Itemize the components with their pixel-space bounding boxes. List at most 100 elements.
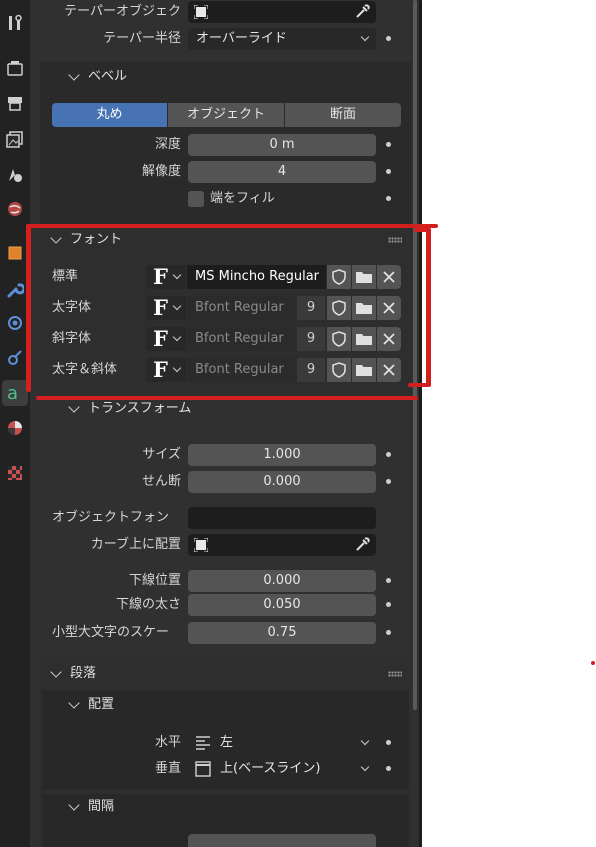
keyframe-dot[interactable] (386, 740, 391, 745)
font-browse-button[interactable]: F (146, 295, 186, 320)
bevel-depth-field[interactable]: 0 m (188, 134, 376, 156)
font-bold-italic-users[interactable]: 9 (297, 358, 325, 382)
horizontal-align-select[interactable]: 左 (188, 732, 376, 754)
character-spacing-field[interactable] (188, 834, 376, 847)
font-bold-users[interactable]: 9 (297, 296, 325, 320)
drag-grip-icon[interactable] (388, 671, 402, 677)
object-font-field[interactable] (188, 507, 376, 529)
physics-icon (8, 316, 22, 330)
shear-field[interactable]: 0.000 (188, 471, 376, 493)
alignment-header[interactable]: 配置 (68, 692, 114, 718)
font-bold-italic-name[interactable]: Bfont Regular (187, 358, 297, 382)
material-tab[interactable] (2, 415, 28, 441)
output-tab[interactable] (2, 90, 28, 116)
spacing-header-label: 間隔 (88, 799, 115, 814)
keyframe-dot[interactable] (386, 479, 391, 484)
keyframe-dot[interactable] (386, 196, 391, 201)
keyframe-dot[interactable] (386, 169, 391, 174)
font-bold-name[interactable]: Bfont Regular (187, 296, 297, 320)
keyframe-dot[interactable] (386, 630, 391, 635)
fake-user-button[interactable] (327, 265, 351, 289)
font-italic-name[interactable]: Bfont Regular (187, 327, 297, 351)
alignment-header-label: 配置 (88, 697, 115, 712)
chevron-down-icon (172, 270, 182, 280)
paragraph-header[interactable]: 段落 (50, 661, 96, 687)
keyframe-dot[interactable] (386, 766, 391, 771)
underline-thickness-row: 下線の太さ 0.050 (30, 593, 421, 617)
modifier-tab[interactable] (2, 277, 28, 303)
drag-grip-icon[interactable] (388, 237, 402, 243)
object-picker-icon (194, 5, 208, 19)
fill-caps-checkbox[interactable] (188, 191, 204, 207)
keyframe-dot[interactable] (386, 602, 391, 607)
bevel-header[interactable]: ベベル (68, 64, 127, 90)
bevel-resolution-row: 解像度 4 (30, 160, 421, 184)
panel-scrollbar[interactable] (413, 0, 417, 710)
highlight-top-line (26, 224, 438, 228)
render-tab[interactable] (2, 55, 28, 81)
open-file-button[interactable] (352, 265, 376, 289)
font-browse-button[interactable]: F (146, 264, 186, 289)
taper-radius-select[interactable]: オーバーライド (188, 28, 376, 50)
bevel-mode-object[interactable]: オブジェクト (168, 103, 284, 127)
text-data-tab[interactable]: a (2, 380, 28, 406)
small-caps-field[interactable]: 0.75 (188, 622, 376, 644)
spacing-header[interactable]: 間隔 (68, 794, 114, 820)
close-icon (383, 364, 395, 376)
eyedropper-icon[interactable] (354, 537, 370, 553)
unlink-button[interactable] (377, 358, 401, 382)
view-layer-tab[interactable] (2, 126, 28, 152)
follow-curve-field[interactable] (188, 534, 376, 556)
object-tab[interactable] (2, 240, 28, 266)
open-file-button[interactable] (352, 327, 376, 351)
world-tab[interactable] (2, 196, 28, 222)
taper-object-field[interactable] (188, 1, 376, 23)
physics-tab[interactable] (2, 310, 28, 336)
size-field[interactable]: 1.000 (188, 444, 376, 466)
bevel-mode-profile[interactable]: 断面 (285, 103, 401, 127)
eyedropper-icon[interactable] (354, 4, 370, 20)
font-browse-button[interactable]: F (146, 326, 186, 351)
vertical-align-select[interactable]: 上(ベースライン) (188, 758, 376, 780)
underline-position-field[interactable]: 0.000 (188, 570, 376, 592)
text-data-icon: a (7, 383, 18, 403)
texture-tab[interactable] (2, 460, 28, 486)
chevron-down-icon (172, 363, 182, 373)
shield-icon (332, 300, 346, 316)
object-icon (8, 246, 22, 260)
font-browse-button[interactable]: F (146, 357, 186, 382)
unlink-button[interactable] (377, 327, 401, 351)
close-icon (383, 333, 395, 345)
keyframe-dot[interactable] (386, 36, 391, 41)
keyframe-dot[interactable] (386, 578, 391, 583)
open-file-button[interactable] (352, 296, 376, 320)
font-regular-name[interactable]: MS Mincho Regular (187, 265, 326, 289)
unlink-button[interactable] (377, 296, 401, 320)
bevel-resolution-field[interactable]: 4 (188, 161, 376, 183)
shield-icon (332, 331, 346, 347)
font-row-italic: 斜字体 F Bfont Regular 9 (30, 326, 421, 351)
bevel-depth-label: 深度 (154, 137, 181, 152)
underline-position-row: 下線位置 0.000 (30, 569, 421, 593)
font-header[interactable]: フォント (50, 227, 122, 253)
font-italic-users[interactable]: 9 (297, 327, 325, 351)
constraints-tab[interactable] (2, 345, 28, 371)
fake-user-button[interactable] (327, 327, 351, 351)
fake-user-button[interactable] (327, 296, 351, 320)
underline-thickness-field[interactable]: 0.050 (188, 594, 376, 616)
folder-icon (356, 272, 372, 283)
modifier-wrench-icon (7, 283, 24, 298)
tool-tab[interactable] (2, 10, 28, 36)
align-left-icon (196, 736, 210, 750)
scene-tab[interactable] (2, 162, 28, 188)
small-caps-label: 小型大文字のスケー (52, 625, 170, 640)
vertical-align-value: 上(ベースライン) (220, 761, 321, 776)
open-file-button[interactable] (352, 358, 376, 382)
vertical-align-row: 垂直 上(ベースライン) (30, 757, 421, 781)
taper-radius-label: テーパー半径 (103, 31, 181, 46)
bevel-mode-round[interactable]: 丸め (52, 103, 167, 127)
keyframe-dot[interactable] (386, 142, 391, 147)
keyframe-dot[interactable] (386, 452, 391, 457)
unlink-button[interactable] (377, 265, 401, 289)
fake-user-button[interactable] (327, 358, 351, 382)
